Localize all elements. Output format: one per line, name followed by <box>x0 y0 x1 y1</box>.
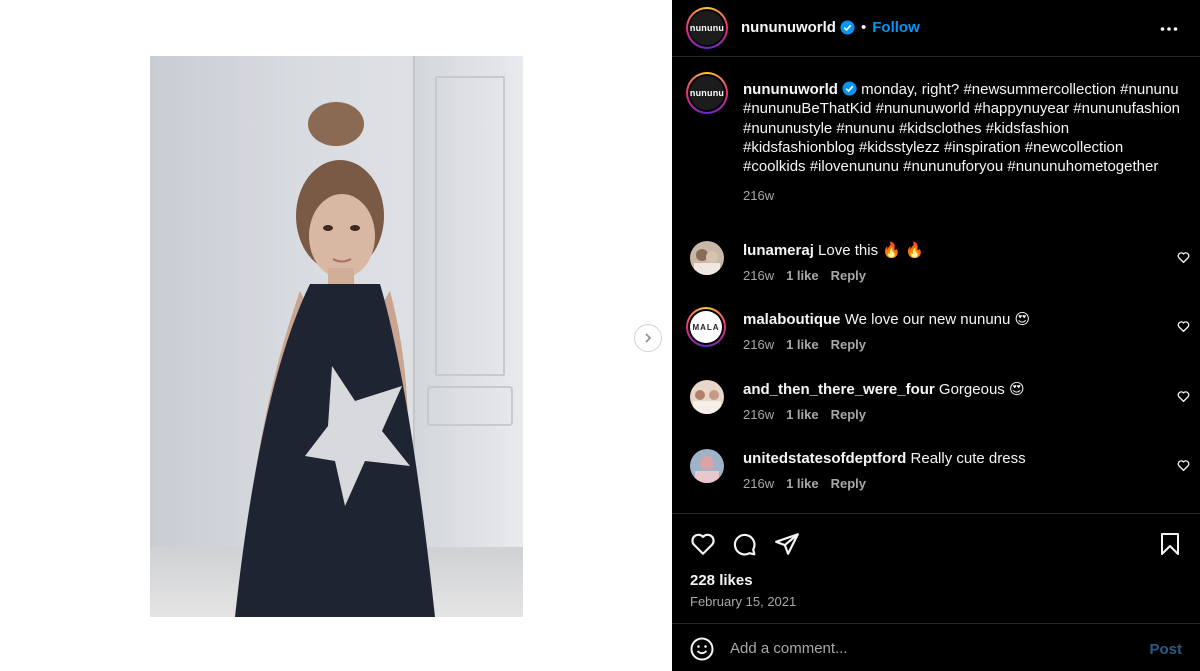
post-actions: 228 likes February 15, 2021 Post <box>672 513 1200 671</box>
heart-icon[interactable] <box>1177 251 1190 264</box>
post-header: nununu nununuworld • Follow <box>672 0 1200 57</box>
comment-like-count[interactable]: 1 like <box>786 268 819 283</box>
comment-like-count[interactable]: 1 like <box>786 407 819 422</box>
comment-body: malaboutique We love our new nununu 😍 <box>743 310 1030 329</box>
commenter-avatar[interactable] <box>690 449 724 483</box>
commenter-username[interactable]: lunameraj <box>743 242 814 259</box>
commenter-avatar[interactable]: MALA <box>686 307 726 347</box>
reply-button[interactable]: Reply <box>831 476 866 491</box>
reply-button[interactable]: Reply <box>831 407 866 422</box>
avatar-logo-text: nununu <box>690 11 724 45</box>
girl-illustration <box>235 102 435 617</box>
comment-composer: Post <box>672 623 1200 671</box>
author-username[interactable]: nununuworld <box>741 19 836 36</box>
caption-username[interactable]: nununuworld <box>743 81 838 98</box>
comment-body: unitedstatesofdeptford Really cute dress <box>743 449 1026 468</box>
caption-headline: monday, right? <box>861 81 960 98</box>
reply-button[interactable]: Reply <box>831 268 866 283</box>
comment-item: and_then_there_were_four Gorgeous 😍 216w… <box>690 380 1190 440</box>
commenter-username[interactable]: malaboutique <box>743 311 841 328</box>
comment-time[interactable]: 216w <box>743 337 774 352</box>
commenter-avatar[interactable] <box>690 241 724 275</box>
commenter-avatar-logo-text: MALA <box>690 311 722 343</box>
heart-icon[interactable] <box>1177 390 1190 403</box>
comment-time[interactable]: 216w <box>743 407 774 422</box>
caption-avatar[interactable]: nununu <box>686 72 728 114</box>
share-icon[interactable] <box>774 531 800 557</box>
post-modal: nununu nununuworld • Follow nununu nunun… <box>0 0 1200 671</box>
post-photo[interactable] <box>150 56 523 617</box>
comment-text: We love our new nununu 😍 <box>844 311 1031 328</box>
reply-button[interactable]: Reply <box>831 337 866 352</box>
comment-item: unitedstatesofdeptford Really cute dress… <box>690 449 1190 509</box>
caption-avatar-logo-text: nununu <box>690 76 724 110</box>
likes-count[interactable]: 228 likes <box>690 572 753 589</box>
caption-timestamp[interactable]: 216w <box>743 186 1183 205</box>
media-area <box>0 0 672 671</box>
verified-badge-icon <box>840 20 855 35</box>
emoji-icon[interactable] <box>690 637 714 661</box>
post-comment-button[interactable]: Post <box>1149 641 1182 658</box>
next-image-button[interactable] <box>634 324 662 352</box>
more-options-icon[interactable] <box>1160 20 1178 38</box>
comment-body: lunameraj Love this 🔥 🔥 <box>743 241 924 260</box>
comment-time[interactable]: 216w <box>743 476 774 491</box>
comment-like-count[interactable]: 1 like <box>786 476 819 491</box>
author-avatar[interactable]: nununu <box>686 7 728 49</box>
comment-icon[interactable] <box>731 531 757 557</box>
follow-button[interactable]: Follow <box>872 19 920 36</box>
comment-text: Gorgeous 😍 <box>938 381 1025 398</box>
heart-icon[interactable] <box>1177 459 1190 472</box>
comment-time[interactable]: 216w <box>743 268 774 283</box>
commenter-username[interactable]: and_then_there_were_four <box>743 381 935 398</box>
post-side-panel: nununu nununuworld • Follow nununu nunun… <box>672 0 1200 671</box>
comment-meta: 216w 1 like Reply <box>743 268 866 283</box>
comment-text: Love this 🔥 🔥 <box>818 242 924 259</box>
caption-text: nununuworld monday, right? #newsummercol… <box>743 80 1183 206</box>
commenter-username[interactable]: unitedstatesofdeptford <box>743 450 906 467</box>
header-separator: • <box>860 19 867 36</box>
comment-input[interactable] <box>730 634 1130 662</box>
comment-like-count[interactable]: 1 like <box>786 337 819 352</box>
post-date: February 15, 2021 <box>690 594 797 609</box>
comment-item: lunameraj Love this 🔥 🔥 216w 1 like Repl… <box>690 241 1190 301</box>
bookmark-icon[interactable] <box>1158 531 1182 557</box>
comment-body: and_then_there_were_four Gorgeous 😍 <box>743 380 1025 399</box>
comment-meta: 216w 1 like Reply <box>743 337 866 352</box>
comment-text: Really cute dress <box>910 450 1026 467</box>
comment-meta: 216w 1 like Reply <box>743 407 866 422</box>
heart-icon[interactable] <box>1177 320 1190 333</box>
comment-item: MALA malaboutique We love our new nununu… <box>686 307 1190 370</box>
heart-icon[interactable] <box>690 531 716 557</box>
chevron-right-icon <box>645 333 652 343</box>
comment-meta: 216w 1 like Reply <box>743 476 866 491</box>
commenter-avatar[interactable] <box>690 380 724 414</box>
verified-badge-icon <box>842 81 857 96</box>
